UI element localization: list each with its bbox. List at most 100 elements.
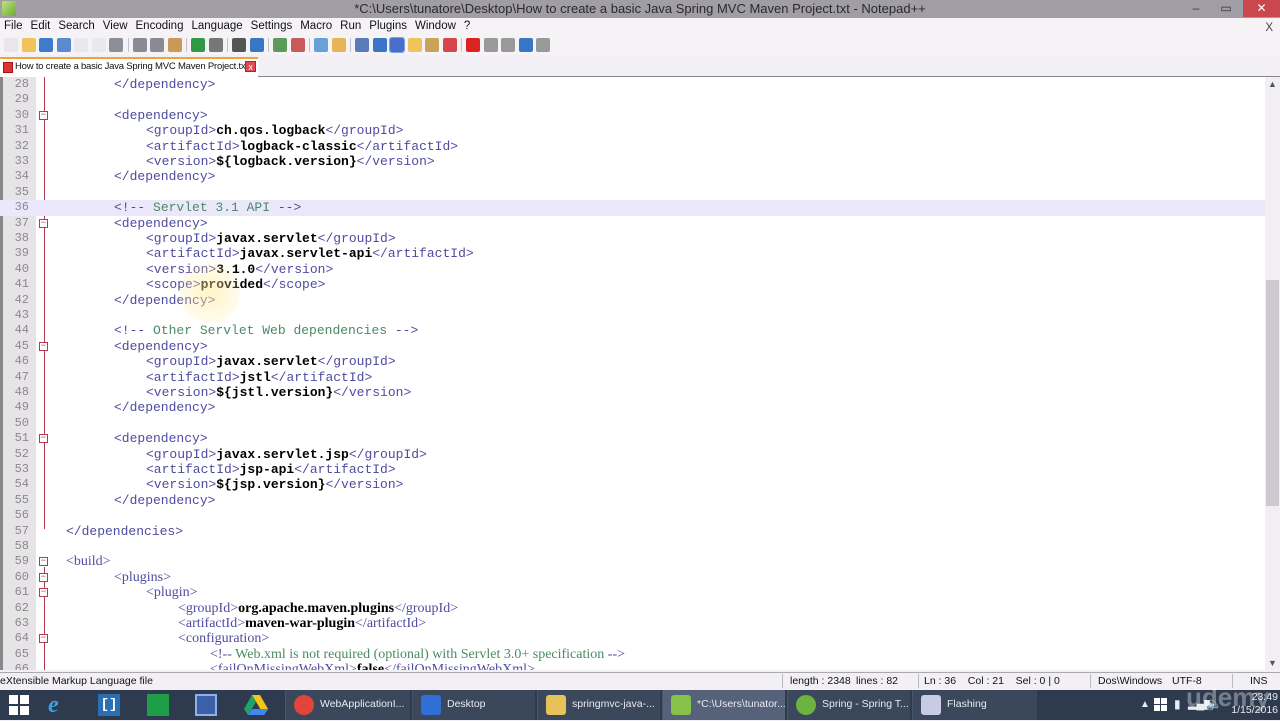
internet-explorer-button[interactable]: e xyxy=(48,690,74,720)
word-wrap-icon[interactable] xyxy=(355,38,369,52)
menu-help[interactable]: ? xyxy=(460,18,474,32)
windows-flag-icon[interactable] xyxy=(1154,698,1168,712)
code-line[interactable]: 62 <groupId>org.apache.maven.plugins</gro… xyxy=(0,601,1265,616)
close-all-icon[interactable] xyxy=(91,38,106,52)
maximize-button[interactable]: ▭ xyxy=(1212,0,1240,17)
show-all-chars-icon[interactable] xyxy=(372,38,387,52)
new-file-icon[interactable] xyxy=(4,38,18,52)
code-line[interactable]: 51− <dependency> xyxy=(0,431,1265,446)
stop-macro-icon[interactable] xyxy=(483,38,498,52)
close-icon[interactable] xyxy=(74,38,88,52)
code-line[interactable]: 42 </dependency> xyxy=(0,293,1265,308)
code-line[interactable]: 52 <groupId>javax.servlet.jsp</groupId> xyxy=(0,447,1265,462)
copy-icon[interactable] xyxy=(150,38,164,52)
menu-run[interactable]: Run xyxy=(336,18,365,32)
code-line[interactable]: 29 xyxy=(0,92,1265,107)
code-line[interactable]: 60− <plugins> xyxy=(0,570,1265,585)
google-drive-button[interactable] xyxy=(244,690,270,720)
indent-guide-icon[interactable] xyxy=(389,37,405,53)
scrollbar-thumb[interactable] xyxy=(1266,280,1279,506)
code-line[interactable]: 28 </dependency> xyxy=(0,77,1265,92)
code-line[interactable]: 49 </dependency> xyxy=(0,400,1265,415)
record-macro-icon[interactable] xyxy=(466,38,480,52)
code-line[interactable]: 61− <plugin> xyxy=(0,585,1265,600)
code-line[interactable]: 57 </dependencies> xyxy=(0,524,1265,539)
code-line[interactable]: 39 <artifactId>javax.servlet-api</artifac… xyxy=(0,246,1265,261)
function-list-icon[interactable] xyxy=(425,38,439,52)
code-line[interactable]: 58 xyxy=(0,539,1265,554)
taskbar-app-button[interactable]: *C:\Users\tunator... xyxy=(662,690,786,720)
taskbar-app-button[interactable]: Spring - Spring T... xyxy=(787,690,910,720)
start-button[interactable] xyxy=(8,690,34,720)
code-line[interactable]: 53 <artifactId>jsp-api</artifactId> xyxy=(0,462,1265,477)
fold-toggle-icon[interactable]: − xyxy=(39,341,48,351)
undo-icon[interactable] xyxy=(191,38,205,52)
menu-encoding[interactable]: Encoding xyxy=(132,18,188,32)
code-line[interactable]: 66 <failOnMissingWebXml>false</failOnMiss… xyxy=(0,662,1265,670)
code-line[interactable]: 34 </dependency> xyxy=(0,169,1265,184)
tab-document[interactable]: How to create a basic Java Spring MVC Ma… xyxy=(0,57,258,77)
menu-view[interactable]: View xyxy=(99,18,132,32)
open-file-icon[interactable] xyxy=(21,38,36,52)
tab-close-button[interactable]: x xyxy=(245,61,256,72)
scroll-down-arrow-icon[interactable]: ▼ xyxy=(1265,658,1280,668)
clock[interactable]: 23:49 1/15/2016 xyxy=(1222,691,1278,717)
code-line[interactable]: 41 <scope>provided</scope> xyxy=(0,277,1265,292)
fold-toggle-icon[interactable]: − xyxy=(39,110,48,120)
redo-icon[interactable] xyxy=(208,38,223,52)
code-line[interactable]: 44 <!-- Other Servlet Web dependencies --… xyxy=(0,323,1265,338)
code-line[interactable]: 55 </dependency> xyxy=(0,493,1265,508)
code-line[interactable]: 30− <dependency> xyxy=(0,108,1265,123)
run-macro-multiple-icon[interactable] xyxy=(518,38,533,52)
close-button[interactable]: ✕ xyxy=(1243,0,1280,17)
code-line[interactable]: 36 <!-- Servlet 3.1 API --> xyxy=(0,200,1265,216)
code-line[interactable]: 47 <artifactId>jstl</artifactId> xyxy=(0,370,1265,385)
replace-icon[interactable] xyxy=(249,38,264,52)
zoom-in-icon[interactable] xyxy=(273,38,287,52)
remote-desktop-button[interactable] xyxy=(195,690,221,720)
battery-icon[interactable]: ▮ xyxy=(1174,697,1181,711)
doc-map-icon[interactable] xyxy=(407,38,422,52)
code-line[interactable]: 32 <artifactId>logback-classic</artifactI… xyxy=(0,139,1265,154)
code-line[interactable]: 33 <version>${logback.version}</version> xyxy=(0,154,1265,169)
close-document-button[interactable]: X xyxy=(1261,20,1277,34)
code-line[interactable]: 64− <configuration> xyxy=(0,631,1265,646)
windows-store-button[interactable] xyxy=(147,690,173,720)
vertical-scrollbar[interactable]: ▲ ▼ xyxy=(1265,77,1280,670)
folder-workspace-icon[interactable] xyxy=(442,38,457,52)
paste-icon[interactable] xyxy=(167,38,182,52)
fold-toggle-icon[interactable]: − xyxy=(39,572,48,582)
fold-toggle-icon[interactable]: − xyxy=(39,634,48,644)
menu-macro[interactable]: Macro xyxy=(296,18,336,32)
code-line[interactable]: 38 <groupId>javax.servlet</groupId> xyxy=(0,231,1265,246)
menu-plugins[interactable]: Plugins xyxy=(365,18,411,32)
sync-vertical-icon[interactable] xyxy=(314,38,328,52)
save-icon[interactable] xyxy=(39,38,53,52)
code-line[interactable]: 54 <version>${jsp.version}</version> xyxy=(0,477,1265,492)
find-icon[interactable] xyxy=(232,38,246,52)
fold-toggle-icon[interactable]: − xyxy=(39,588,48,598)
code-line[interactable]: 65 <!-- Web.xml is not required (optional… xyxy=(0,647,1265,662)
menu-language[interactable]: Language xyxy=(187,18,246,32)
code-line[interactable]: 63 <artifactId>maven-war-plugin</artifact… xyxy=(0,616,1265,631)
code-line[interactable]: 43 xyxy=(0,308,1265,323)
taskbar-app-button[interactable]: Flashing xyxy=(912,690,1037,720)
taskbar-app-button[interactable]: springmvc-java-... xyxy=(537,690,660,720)
fold-toggle-icon[interactable]: − xyxy=(39,218,48,228)
menu-window[interactable]: Window xyxy=(411,18,460,32)
code-line[interactable]: 45− <dependency> xyxy=(0,339,1265,354)
brackets-button[interactable]: [] xyxy=(98,690,124,720)
code-line[interactable]: 59− <build> xyxy=(0,554,1265,569)
zoom-out-icon[interactable] xyxy=(290,38,305,52)
code-line[interactable]: 35 xyxy=(0,185,1265,200)
scroll-up-arrow-icon[interactable]: ▲ xyxy=(1265,79,1280,89)
code-line[interactable]: 48 <version>${jstl.version}</version> xyxy=(0,385,1265,400)
taskbar-app-button[interactable]: Desktop xyxy=(412,690,535,720)
print-icon[interactable] xyxy=(109,38,123,52)
cut-icon[interactable] xyxy=(132,38,147,52)
code-line[interactable]: 56 xyxy=(0,508,1265,523)
code-line[interactable]: 37− <dependency> xyxy=(0,216,1265,231)
taskbar-app-button[interactable]: WebApplicationI... xyxy=(285,690,410,720)
code-line[interactable]: 40 <version>3.1.0</version> xyxy=(0,262,1265,277)
menu-edit[interactable]: Edit xyxy=(27,18,55,32)
